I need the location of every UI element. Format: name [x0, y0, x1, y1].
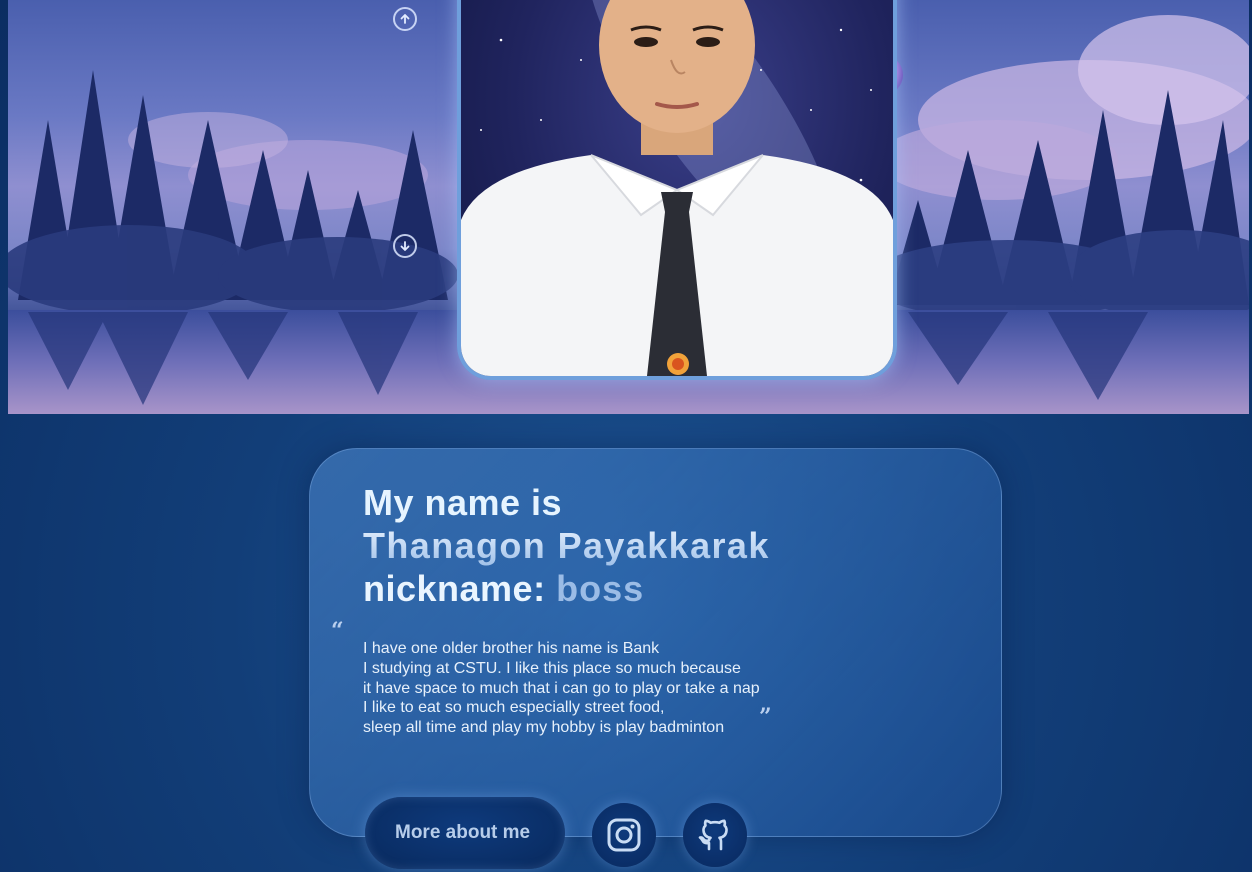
close-quote-mark: ”: [759, 704, 772, 730]
nickname-label: nickname:: [363, 568, 546, 609]
instagram-link[interactable]: [592, 803, 656, 867]
bio-line: sleep all time and play my hobby is play…: [363, 719, 725, 737]
profile-photo: [457, 0, 897, 380]
scroll-down-button[interactable]: [393, 234, 417, 258]
bio-line: it have space to much that i can go to p…: [363, 679, 760, 697]
bio-line: I have one older brother his name is Ban…: [363, 640, 660, 657]
more-about-me-label: More about me: [395, 822, 531, 843]
scroll-up-button[interactable]: [393, 7, 417, 31]
full-name: Thanagon Payakkarak: [363, 525, 770, 566]
more-about-me-button[interactable]: More about me: [365, 797, 565, 869]
bio-text: I have one older brother his name is Ban…: [363, 639, 760, 738]
bio-line: I studying at CSTU. I like this place so…: [363, 659, 741, 677]
arrow-up-icon: [400, 14, 410, 24]
instagram-icon: [607, 818, 641, 852]
greeting-text: My name is: [363, 482, 563, 523]
open-quote-mark: “: [331, 618, 344, 644]
intro-heading: My name is Thanagon Payakkarak nickname:…: [363, 481, 770, 610]
hero-banner: [8, 0, 1249, 414]
arrow-down-icon: [400, 241, 410, 251]
github-link[interactable]: [683, 803, 747, 867]
bio-line: I like to eat so much especially street …: [363, 699, 665, 717]
github-icon: [698, 819, 728, 851]
nickname-value: boss: [556, 568, 645, 609]
